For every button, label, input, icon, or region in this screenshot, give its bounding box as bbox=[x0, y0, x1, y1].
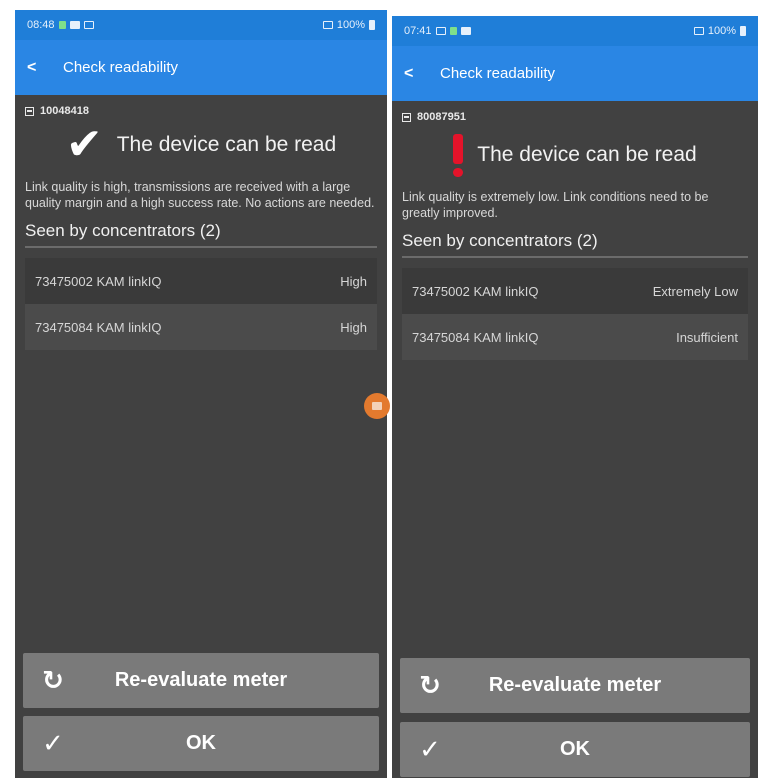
battery-icon bbox=[369, 20, 375, 30]
quality-description: Link quality is high, transmissions are … bbox=[25, 180, 375, 210]
refresh-icon: ↻ bbox=[419, 670, 441, 700]
section-title: Seen by concentrators (2) bbox=[25, 221, 377, 248]
back-button[interactable]: < bbox=[27, 59, 63, 77]
meter-id: 80087951 bbox=[402, 111, 748, 123]
battery-icon bbox=[740, 26, 746, 36]
status-bar: 07:41 100% bbox=[392, 16, 758, 46]
ok-button[interactable]: ✓ OK bbox=[400, 722, 750, 777]
notification-icon bbox=[449, 27, 457, 35]
ok-label: OK bbox=[186, 732, 216, 754]
exclamation-icon bbox=[453, 133, 464, 177]
meter-icon bbox=[402, 112, 411, 122]
checkmark-icon: ✓ bbox=[419, 734, 441, 764]
link-quality-value: High bbox=[340, 319, 367, 335]
reevaluate-meter-button[interactable]: ↻ Re-evaluate meter bbox=[400, 658, 750, 713]
link-quality-value: Extremely Low bbox=[652, 283, 738, 299]
image-icon bbox=[435, 27, 446, 35]
concentrator-row[interactable]: 73475084 KAM linkIQ High bbox=[25, 304, 377, 350]
page-title: Check readability bbox=[440, 65, 556, 82]
notification-icon bbox=[58, 21, 66, 29]
status-bar: 08:48 100% bbox=[15, 10, 387, 40]
back-button[interactable]: < bbox=[404, 65, 440, 83]
status-time: 07:41 bbox=[404, 25, 432, 37]
concentrator-row[interactable]: 73475084 KAM linkIQ Insufficient bbox=[402, 314, 748, 360]
reevaluate-label: Re-evaluate meter bbox=[114, 669, 288, 691]
section-title: Seen by concentrators (2) bbox=[402, 231, 748, 258]
meter-id-value: 80087951 bbox=[417, 111, 466, 123]
battery-level: 100% bbox=[336, 19, 365, 31]
meter-icon bbox=[25, 106, 34, 116]
reevaluate-meter-button[interactable]: ↻ Re-evaluate meter bbox=[23, 653, 379, 708]
floating-bubble-icon[interactable] bbox=[364, 393, 390, 419]
concentrator-row[interactable]: 73475002 KAM linkIQ High bbox=[25, 258, 377, 304]
ok-button[interactable]: ✓ OK bbox=[23, 716, 379, 771]
battery-level: 100% bbox=[707, 25, 736, 37]
status-message: The device can be read bbox=[477, 143, 697, 166]
concentrator-name: 73475002 KAM linkIQ bbox=[35, 273, 162, 289]
right-phone-screen: 07:41 100% < Check readability 80087951 … bbox=[392, 16, 758, 778]
check-icon: ✔ bbox=[65, 120, 103, 169]
readability-status: ✔ The device can be read bbox=[25, 120, 377, 169]
concentrator-list: 73475002 KAM linkIQ Extremely Low 734750… bbox=[402, 268, 748, 360]
left-phone-screen: 08:48 100% < Check readability 10048418 … bbox=[15, 10, 387, 778]
ok-label: OK bbox=[560, 738, 590, 760]
page-title: Check readability bbox=[63, 59, 179, 76]
meter-id-value: 10048418 bbox=[40, 105, 89, 117]
link-quality-value: Insufficient bbox=[676, 329, 738, 345]
concentrator-name: 73475002 KAM linkIQ bbox=[412, 283, 539, 299]
quality-description: Link quality is extremely low. Link cond… bbox=[402, 190, 709, 220]
link-quality-value: High bbox=[340, 273, 367, 289]
video-icon bbox=[460, 27, 471, 35]
wifi-signal-icon bbox=[693, 27, 704, 35]
checkmark-icon: ✓ bbox=[42, 728, 64, 758]
app-bar: < Check readability bbox=[15, 40, 387, 95]
concentrator-list: 73475002 KAM linkIQ High 73475084 KAM li… bbox=[25, 258, 377, 350]
status-time: 08:48 bbox=[27, 19, 55, 31]
video-icon bbox=[69, 21, 80, 29]
concentrator-name: 73475084 KAM linkIQ bbox=[35, 319, 162, 335]
meter-id: 10048418 bbox=[25, 105, 377, 117]
wifi-signal-icon bbox=[322, 21, 333, 29]
app-bar: < Check readability bbox=[392, 46, 758, 101]
status-message: The device can be read bbox=[116, 133, 337, 156]
reevaluate-label: Re-evaluate meter bbox=[488, 674, 662, 696]
concentrator-row[interactable]: 73475002 KAM linkIQ Extremely Low bbox=[402, 268, 748, 314]
image-icon bbox=[83, 21, 94, 29]
refresh-icon: ↻ bbox=[42, 665, 64, 695]
concentrator-name: 73475084 KAM linkIQ bbox=[412, 329, 539, 345]
readability-status: The device can be read bbox=[402, 131, 748, 179]
